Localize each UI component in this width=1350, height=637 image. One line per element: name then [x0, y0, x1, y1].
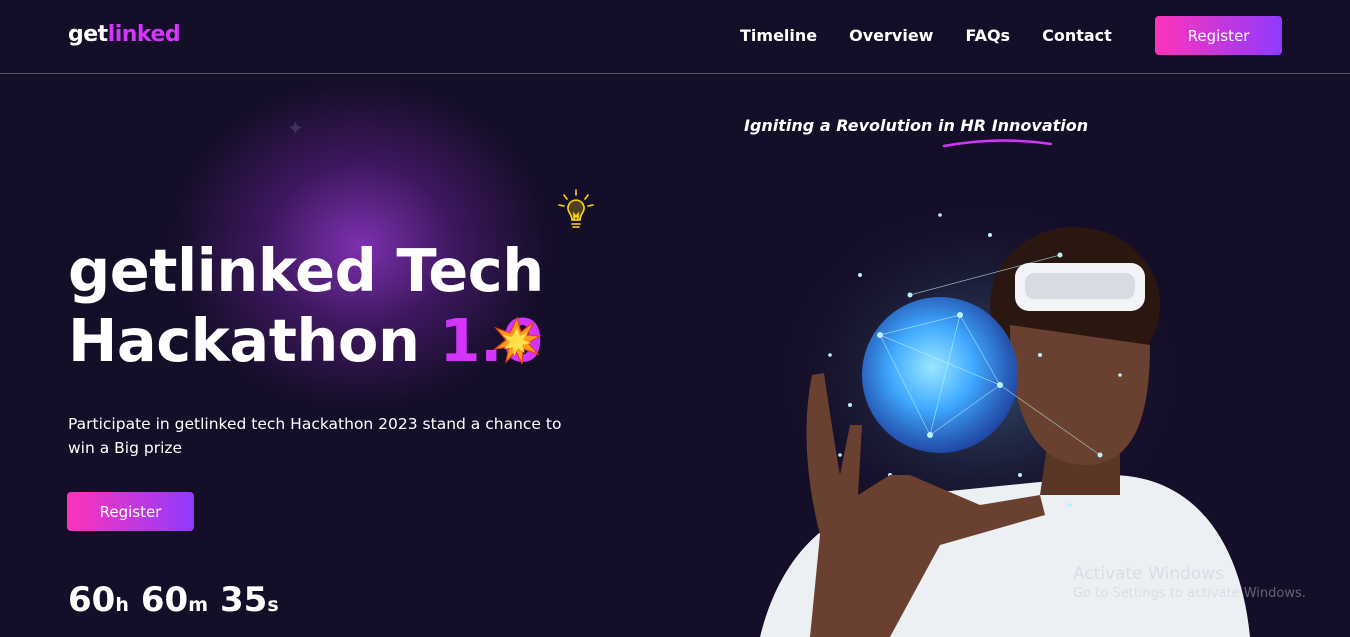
nav-links: Timeline Overview FAQs Contact — [740, 26, 1144, 45]
hero-title-line2: Hackathon — [68, 306, 440, 375]
hero-title-line1: getlinked Tech — [68, 236, 544, 305]
windows-activation-watermark: Activate Windows Go to Settings to activ… — [1073, 564, 1306, 601]
countdown-hours: 60h — [68, 580, 129, 620]
countdown-hours-unit: h — [115, 594, 129, 616]
logo-accent: linked — [107, 22, 181, 47]
tagline-prefix: Igniting a Revolution in — [744, 116, 961, 135]
lightbulb-icon — [558, 189, 594, 228]
nav-link-faqs[interactable]: FAQs — [965, 26, 1010, 45]
watermark-title: Activate Windows — [1073, 564, 1224, 584]
countdown-minutes-value: 60 — [140, 580, 189, 620]
tagline-emphasis: HR Innovation — [960, 116, 1089, 135]
nav-register-button[interactable]: Register — [1155, 16, 1282, 55]
countdown-minutes: 60m — [141, 580, 208, 620]
countdown-timer: 60h 60m 35s — [68, 580, 279, 620]
countdown-hours-value: 60 — [68, 580, 116, 620]
top-navbar: getlinked Timeline Overview FAQs Contact… — [0, 0, 1350, 74]
nav-link-contact[interactable]: Contact — [1042, 26, 1112, 45]
hero-register-button[interactable]: Register — [67, 492, 194, 531]
logo-main: get — [68, 22, 108, 47]
watermark-subtitle: Go to Settings to activate Windows. — [1073, 586, 1306, 601]
countdown-minutes-unit: m — [188, 594, 208, 616]
nav-link-overview[interactable]: Overview — [849, 26, 933, 45]
explosion-icon — [492, 316, 542, 365]
logo[interactable]: getlinked — [68, 22, 181, 47]
tagline-underline-decoration — [942, 139, 1053, 148]
countdown-seconds-value: 35 — [220, 580, 268, 620]
nav-link-timeline[interactable]: Timeline — [740, 26, 817, 45]
hero-title: getlinked Tech Hackathon 1.0 — [68, 236, 544, 376]
hero-description: Participate in getlinked tech Hackathon … — [68, 415, 562, 457]
hero-tagline: Igniting a Revolution in HR Innovation — [744, 116, 1088, 135]
countdown-seconds-unit: s — [267, 594, 279, 616]
star-sparkle-icon: ✦ — [287, 116, 304, 140]
countdown-seconds: 35s — [220, 580, 279, 620]
